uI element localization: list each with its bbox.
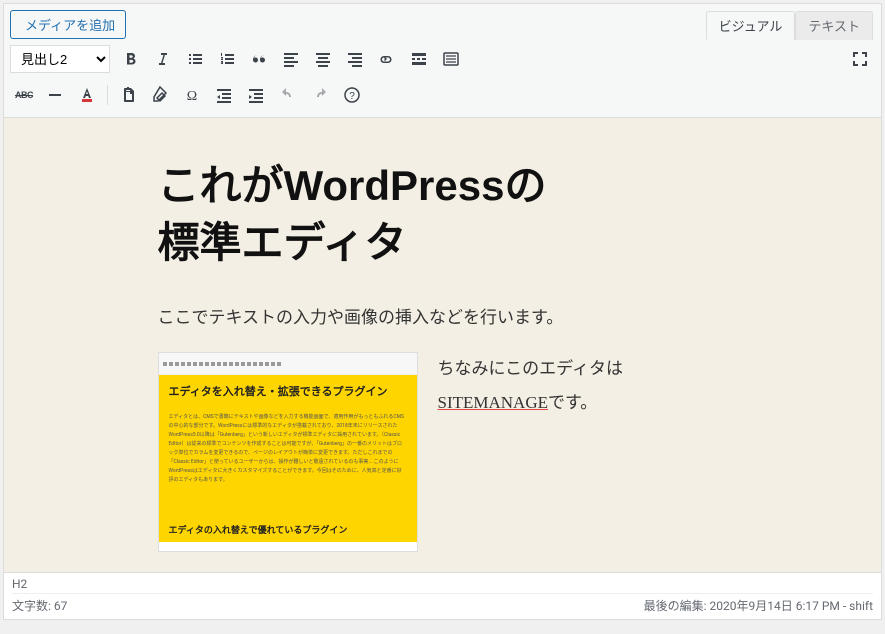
- insert-link-button[interactable]: [372, 44, 402, 74]
- add-media-button[interactable]: メディアを追加: [10, 10, 126, 39]
- embedded-image-body: エディタとは、CMSで書籍にテキストや画像などを入力する機能画面で、適用作用がも…: [159, 407, 417, 517]
- image-text-row: エディタを入れ替え・拡張できるプラグイン エディタとは、CMSで書籍にテキストや…: [158, 352, 728, 552]
- content-heading[interactable]: これがWordPressの 標準エディタ: [158, 158, 728, 271]
- undo-button[interactable]: [273, 80, 303, 110]
- format-select[interactable]: 見出し2: [10, 45, 110, 73]
- editor-container: メディアを追加 ビジュアル テキスト 見出し2 ABC: [3, 3, 882, 620]
- special-char-button[interactable]: Ω: [177, 80, 207, 110]
- side-text-line1: ちなみにこのエディタは: [438, 359, 623, 378]
- redo-button[interactable]: [305, 80, 335, 110]
- side-text-block[interactable]: ちなみにこのエディタは SITEMANAGEです。: [438, 352, 623, 420]
- content-paragraph-1[interactable]: ここでテキストの入力や画像の挿入などを行います。: [158, 303, 728, 328]
- paste-text-button[interactable]: [113, 80, 143, 110]
- word-count: 文字数: 67: [12, 597, 67, 614]
- embedded-image[interactable]: エディタを入れ替え・拡張できるプラグイン エディタとは、CMSで書籍にテキストや…: [158, 352, 418, 552]
- numbered-list-button[interactable]: [212, 44, 242, 74]
- toolbar-row-2: ABC Ω ?: [10, 77, 875, 113]
- editor-content-area[interactable]: これがWordPressの 標準エディタ ここでテキストの入力や画像の挿入などを…: [4, 118, 881, 572]
- read-more-button[interactable]: [404, 44, 434, 74]
- status-bar: H2 文字数: 67 最後の編集: 2020年9月14日 6:17 PM - s…: [4, 572, 881, 619]
- add-media-label: メディアを追加: [25, 15, 115, 34]
- bulleted-list-button[interactable]: [180, 44, 210, 74]
- embedded-image-header: エディタを入れ替え・拡張できるプラグイン: [159, 375, 417, 407]
- align-center-button[interactable]: [308, 44, 338, 74]
- embedded-image-footer: エディタの入れ替えで優れているプラグイン: [159, 517, 417, 542]
- embedded-image-toolbar: [159, 353, 417, 375]
- svg-text:?: ?: [349, 91, 355, 102]
- tab-visual[interactable]: ビジュアル: [706, 11, 796, 40]
- tab-text[interactable]: テキスト: [795, 11, 873, 40]
- text-color-button[interactable]: [72, 80, 102, 110]
- element-path[interactable]: H2: [12, 575, 873, 594]
- italic-button[interactable]: [148, 44, 178, 74]
- content-inner: これがWordPressの 標準エディタ ここでテキストの入力や画像の挿入などを…: [158, 158, 728, 552]
- outdent-button[interactable]: [209, 80, 239, 110]
- bold-button[interactable]: [116, 44, 146, 74]
- editor-toolbar: 見出し2 ABC Ω: [4, 39, 881, 118]
- strikethrough-button[interactable]: ABC: [10, 80, 38, 110]
- indent-button[interactable]: [241, 80, 271, 110]
- fullscreen-button[interactable]: [845, 44, 875, 74]
- clear-formatting-button[interactable]: [145, 80, 175, 110]
- align-left-button[interactable]: [276, 44, 306, 74]
- editor-tabs: ビジュアル テキスト: [706, 10, 873, 39]
- help-button[interactable]: ?: [337, 80, 367, 110]
- toolbar-row-1: 見出し2: [10, 41, 875, 77]
- svg-text:Ω: Ω: [187, 89, 197, 104]
- blockquote-button[interactable]: [244, 44, 274, 74]
- align-right-button[interactable]: [340, 44, 370, 74]
- toolbar-separator: [107, 85, 108, 105]
- last-edit: 最後の編集: 2020年9月14日 6:17 PM - shift: [644, 597, 873, 614]
- editor-top-row: メディアを追加 ビジュアル テキスト: [4, 4, 881, 39]
- horizontal-rule-button[interactable]: [40, 80, 70, 110]
- toolbar-toggle-button[interactable]: [436, 44, 466, 74]
- side-text-tail: です。: [548, 393, 597, 412]
- side-text-underlined: SITEMANAGE: [438, 393, 549, 412]
